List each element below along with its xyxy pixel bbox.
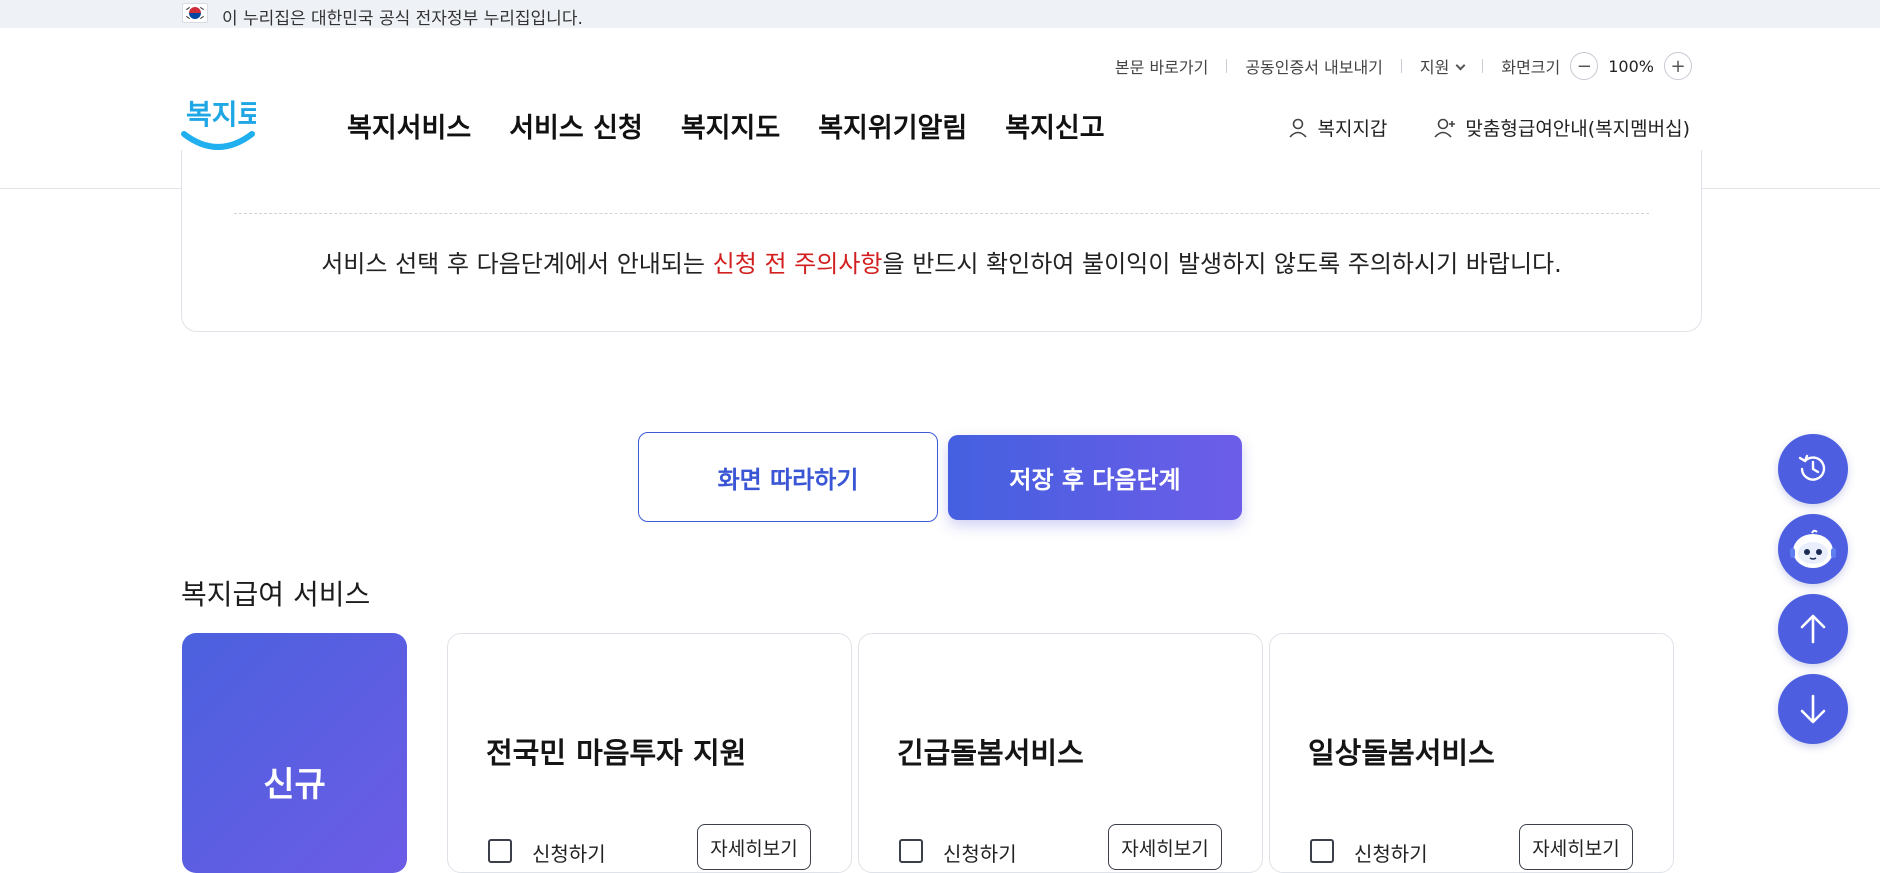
nav-welfare-report[interactable]: 복지신고 — [1005, 106, 1104, 145]
support-menu[interactable]: 지원 — [1419, 54, 1466, 78]
nav-welfare-service[interactable]: 복지서비스 — [347, 106, 471, 145]
gov-banner-text: 이 누리집은 대한민국 공식 전자정부 누리집입니다. — [222, 9, 583, 29]
korea-flag-icon — [182, 3, 208, 23]
divider — [1482, 59, 1484, 73]
bokjiro-logo[interactable]: 복지로 — [180, 88, 263, 154]
divider — [1400, 59, 1402, 73]
apply-checkbox[interactable] — [899, 839, 923, 863]
detail-button[interactable]: 자세히보기 — [1519, 824, 1633, 870]
gov-banner: 이 누리집은 대한민국 공식 전자정부 누리집입니다. — [0, 0, 1880, 29]
svg-text:복지로: 복지로 — [186, 98, 256, 131]
nav-crisis-alert[interactable]: 복지위기알림 — [818, 106, 967, 145]
welfare-wallet-link[interactable]: 복지지갑 — [1287, 114, 1387, 141]
follow-screen-button[interactable]: 화면 따라하기 — [638, 432, 938, 522]
notice-text-highlight: 신청 전 주의사항 — [712, 250, 883, 278]
new-label: 신규 — [263, 765, 326, 805]
service-name: 전국민 마음투자 지원 — [486, 736, 747, 770]
main-nav: 복지서비스 서비스 신청 복지지도 복지위기알림 복지신고 — [347, 106, 1143, 145]
membership-link[interactable]: 맞춤형급여안내(복지멤버십) — [1433, 114, 1690, 141]
new-category-card: 신규 — [182, 633, 407, 873]
divider — [1226, 59, 1228, 73]
chevron-down-icon — [1455, 60, 1466, 71]
notice-card: 서비스 선택 후 다음단계에서 안내되는 신청 전 주의사항을 반드시 확인하여… — [181, 150, 1702, 332]
save-next-button[interactable]: 저장 후 다음단계 — [948, 435, 1242, 520]
apply-label[interactable]: 신청하기 — [943, 838, 1017, 867]
recent-history-button[interactable] — [1778, 434, 1848, 504]
scroll-top-button[interactable] — [1778, 594, 1848, 664]
zoom-label: 화면크기 — [1501, 58, 1561, 77]
apply-label[interactable]: 신청하기 — [532, 838, 606, 867]
history-icon — [1798, 454, 1826, 481]
notice-message: 서비스 선택 후 다음단계에서 안내되는 신청 전 주의사항을 반드시 확인하여… — [182, 244, 1701, 279]
service-name: 일상돌봄서비스 — [1308, 736, 1495, 770]
service-card: 전국민 마음투자 지원 신청하기 자세히보기 — [447, 633, 852, 873]
header-links: 복지지갑 맞춤형급여안내(복지멤버십) — [1241, 114, 1690, 141]
arrow-down-icon — [1800, 694, 1826, 724]
welfare-wallet-label: 복지지갑 — [1317, 118, 1388, 140]
arrow-up-icon — [1800, 614, 1826, 644]
scroll-bottom-button[interactable] — [1778, 674, 1848, 744]
cert-export-link[interactable]: 공동인증서 내보내기 — [1245, 54, 1383, 78]
logo-graphic: 복지로 — [181, 98, 263, 150]
notice-text-after: 을 반드시 확인하여 불이익이 발생하지 않도록 주의하시기 바랍니다. — [882, 250, 1562, 278]
detail-button[interactable]: 자세히보기 — [1108, 824, 1222, 870]
zoom-value: 100% — [1608, 56, 1654, 76]
zoom-out-button[interactable]: − — [1570, 52, 1599, 80]
service-card: 긴급돌봄서비스 신청하기 자세히보기 — [858, 633, 1263, 873]
zoom-in-button[interactable]: + — [1664, 52, 1692, 80]
membership-label: 맞춤형급여안내(복지멤버십) — [1465, 118, 1690, 140]
utility-bar: 본문 바로가기 공동인증서 내보내기 지원 화면크기 − 100% + — [1115, 50, 1702, 82]
dotted-divider — [234, 213, 1649, 214]
chatbot-icon — [1790, 529, 1836, 568]
detail-button[interactable]: 자세히보기 — [697, 824, 811, 870]
chatbot-button[interactable] — [1778, 514, 1848, 584]
skip-to-content-link[interactable]: 본문 바로가기 — [1115, 54, 1208, 78]
apply-checkbox[interactable] — [1310, 839, 1334, 863]
notice-text-before: 서비스 선택 후 다음단계에서 안내되는 — [321, 250, 713, 278]
apply-checkbox[interactable] — [488, 839, 512, 863]
nav-welfare-map[interactable]: 복지지도 — [681, 106, 780, 145]
section-title: 복지급여 서비스 — [181, 578, 371, 611]
nav-service-apply[interactable]: 서비스 신청 — [509, 106, 643, 145]
support-label: 지원 — [1419, 58, 1450, 77]
service-card: 일상돌봄서비스 신청하기 자세히보기 — [1269, 633, 1674, 873]
apply-label[interactable]: 신청하기 — [1354, 838, 1428, 867]
service-name: 긴급돌봄서비스 — [897, 736, 1084, 770]
user-icon — [1289, 118, 1308, 138]
user-add-icon — [1434, 118, 1456, 138]
